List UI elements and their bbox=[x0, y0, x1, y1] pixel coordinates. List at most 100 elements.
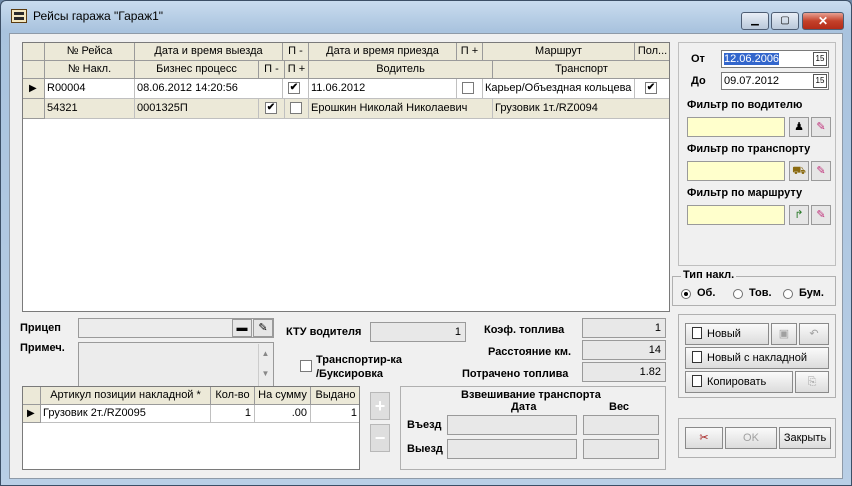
trailer-clear-icon[interactable]: ✎ bbox=[253, 319, 273, 337]
title-bar[interactable]: Рейсы гаража "Гараж1" ▁ ▢ ✕ bbox=[1, 1, 851, 31]
col-issued[interactable]: Выдано bbox=[311, 387, 359, 405]
ok-button[interactable]: OK bbox=[725, 427, 777, 449]
tools-button[interactable]: ✂ bbox=[685, 427, 723, 449]
minus-checkbox[interactable]: ✔ bbox=[265, 102, 277, 114]
entry-date-field[interactable] bbox=[447, 415, 577, 435]
col-invoice-no[interactable]: № Накл. bbox=[45, 61, 135, 79]
col-minus-check[interactable]: П - bbox=[259, 61, 285, 79]
note-textarea[interactable] bbox=[78, 342, 274, 388]
cell-qty[interactable]: 1 bbox=[211, 405, 255, 423]
select-truck-icon[interactable]: ⛟ bbox=[789, 161, 809, 181]
note-scrollbar[interactable]: ▲ ▼ bbox=[258, 344, 272, 386]
calendar-icon[interactable]: 15 bbox=[813, 52, 827, 66]
items-row-indicator[interactable]: ▶ bbox=[23, 405, 41, 423]
radio-tov[interactable] bbox=[733, 289, 743, 299]
new-button-label: Новый bbox=[707, 328, 741, 340]
calendar-icon-2[interactable]: 15 bbox=[813, 74, 827, 88]
eraser-icon-3[interactable]: ✎ bbox=[811, 205, 831, 225]
col-sum[interactable]: На сумму bbox=[255, 387, 311, 405]
to-date-input[interactable]: 09.07.2012 15 bbox=[721, 72, 829, 90]
entry-weight-field[interactable] bbox=[583, 415, 659, 435]
close-window-button[interactable]: ✕ bbox=[802, 12, 844, 30]
arrive-checkbox[interactable] bbox=[462, 82, 474, 94]
distance-field[interactable]: 14 bbox=[582, 340, 666, 360]
fuel-spent-label: Потрачено топлива bbox=[462, 368, 569, 380]
cell-driver[interactable]: Ерошкин Николай Николаевич bbox=[309, 99, 493, 119]
invoice-type-group: Тип накл. Об. Тов. Бум. bbox=[672, 269, 836, 306]
col-arrive-check[interactable]: П + bbox=[457, 43, 483, 61]
cell-depart[interactable]: 08.06.2012 14:20:56 bbox=[135, 79, 283, 99]
new-button[interactable]: Новый bbox=[685, 323, 769, 345]
fuel-spent-field[interactable]: 1.82 bbox=[582, 362, 666, 382]
col-arrive-datetime[interactable]: Дата и время приезда bbox=[309, 43, 457, 61]
invoice-items-grid[interactable]: Артикул позиции накладной * Кол-во На су… bbox=[22, 386, 360, 470]
close-button[interactable]: Закрыть bbox=[779, 427, 831, 449]
full-checkbox[interactable]: ✔ bbox=[645, 82, 657, 94]
col-full[interactable]: Пол... bbox=[635, 43, 669, 61]
tow-checkbox[interactable] bbox=[300, 360, 312, 372]
select-driver-icon[interactable]: ♟ bbox=[789, 117, 809, 137]
weighing-title: Взвешивание транспорта bbox=[461, 389, 601, 401]
exit-date-field[interactable] bbox=[447, 439, 577, 459]
undo-button[interactable]: ↶ bbox=[799, 323, 829, 345]
cell-article[interactable]: Грузовик 2т./RZ0095 bbox=[41, 405, 211, 423]
col-trip-no[interactable]: № Рейса bbox=[45, 43, 135, 61]
trips-grid[interactable]: № Рейса Дата и время выезда П - Дата и в… bbox=[22, 42, 670, 312]
cell-minus-check[interactable]: ✔ bbox=[259, 99, 285, 119]
paste-icon: ⎘ bbox=[807, 376, 817, 388]
remove-item-button[interactable]: − bbox=[370, 424, 390, 452]
radio-ob-label: Об. bbox=[697, 287, 716, 299]
entry-label: Въезд bbox=[407, 419, 442, 431]
col-transport[interactable]: Транспорт bbox=[493, 61, 669, 79]
cell-trip-no[interactable]: R00004 bbox=[45, 79, 135, 99]
paste-button[interactable]: ⎘ bbox=[795, 371, 829, 393]
main-window: Рейсы гаража "Гараж1" ▁ ▢ ✕ № Рейса Дата… bbox=[0, 0, 852, 486]
select-route-icon[interactable]: ↱ bbox=[789, 205, 809, 225]
plus-checkbox[interactable] bbox=[290, 102, 302, 114]
row-indicator-2[interactable] bbox=[23, 99, 45, 119]
cell-transport[interactable]: Грузовик 1т./RZ0094 bbox=[493, 99, 669, 119]
cell-plus-check[interactable] bbox=[285, 99, 309, 119]
cell-issued[interactable]: 1 bbox=[311, 405, 359, 423]
exit-label: Выезд bbox=[407, 443, 443, 455]
minimize-button[interactable]: ▁ bbox=[741, 12, 769, 30]
cell-arrive[interactable]: 11.06.2012 bbox=[309, 79, 457, 99]
from-date-value: 12.06.2006 bbox=[724, 53, 780, 65]
driver-filter-input[interactable] bbox=[687, 117, 785, 137]
cell-invoice-no[interactable]: 54321 bbox=[45, 99, 135, 119]
radio-bum[interactable] bbox=[783, 289, 793, 299]
col-article[interactable]: Артикул позиции накладной * bbox=[41, 387, 211, 405]
cell-business-process[interactable]: 0001325П bbox=[135, 99, 259, 119]
col-plus-check[interactable]: П + bbox=[285, 61, 309, 79]
col-depart-datetime[interactable]: Дата и время выезда bbox=[135, 43, 283, 61]
eraser-icon[interactable]: ✎ bbox=[811, 117, 831, 137]
col-route[interactable]: Маршрут bbox=[483, 43, 635, 61]
cell-full-check[interactable]: ✔ bbox=[635, 79, 669, 99]
new-with-invoice-button[interactable]: Новый с накладной bbox=[685, 347, 829, 369]
cell-sum[interactable]: .00 bbox=[255, 405, 311, 423]
cell-arrive-check[interactable] bbox=[457, 79, 483, 99]
col-business-process[interactable]: Бизнес процесс bbox=[135, 61, 259, 79]
radio-ob[interactable] bbox=[681, 289, 691, 299]
exit-weight-field[interactable] bbox=[583, 439, 659, 459]
from-date-input[interactable]: 12.06.2006 15 bbox=[721, 50, 829, 68]
depart-checkbox[interactable]: ✔ bbox=[288, 82, 300, 94]
eraser-icon-2[interactable]: ✎ bbox=[811, 161, 831, 181]
weighing-date-label: Дата bbox=[511, 401, 537, 413]
grid-corner bbox=[23, 43, 45, 61]
trailer-select-icon[interactable]: ▬ bbox=[232, 319, 252, 337]
cell-depart-check[interactable]: ✔ bbox=[283, 79, 309, 99]
maximize-button[interactable]: ▢ bbox=[771, 12, 799, 30]
col-driver[interactable]: Водитель bbox=[309, 61, 493, 79]
cell-route[interactable]: Карьер/Объездная кольцева bbox=[483, 79, 635, 99]
copy-button[interactable]: Копировать bbox=[685, 371, 793, 393]
ktu-field[interactable]: 1 bbox=[370, 322, 466, 342]
transport-filter-input[interactable] bbox=[687, 161, 785, 181]
add-item-button[interactable]: + bbox=[370, 392, 390, 420]
col-qty[interactable]: Кол-во bbox=[211, 387, 255, 405]
save-button[interactable]: ▣ bbox=[771, 323, 797, 345]
col-depart-check[interactable]: П - bbox=[283, 43, 309, 61]
row-indicator[interactable]: ▶ bbox=[23, 79, 45, 99]
route-filter-input[interactable] bbox=[687, 205, 785, 225]
fuel-coef-field[interactable]: 1 bbox=[582, 318, 666, 338]
